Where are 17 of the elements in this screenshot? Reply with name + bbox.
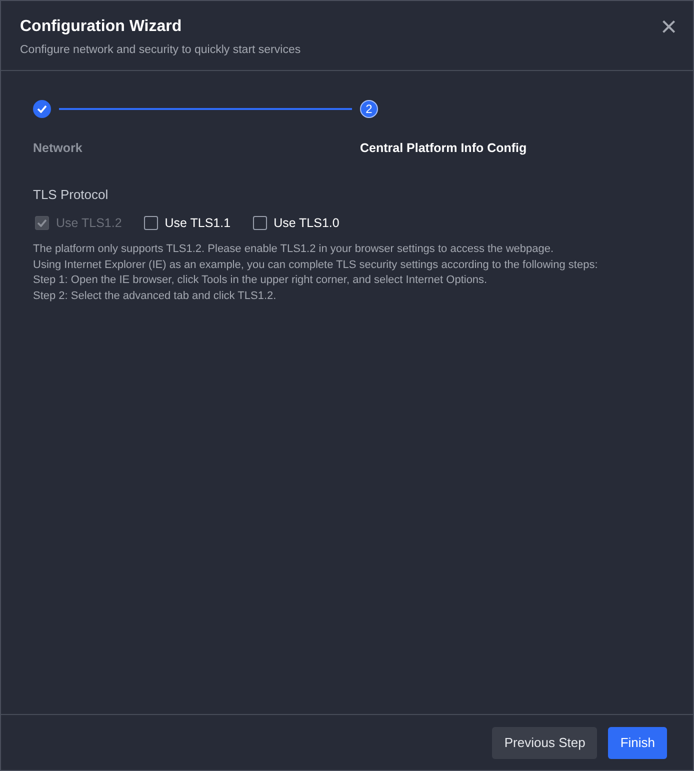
- checkbox[interactable]: [144, 216, 158, 230]
- dialog-title: Configuration Wizard: [20, 18, 182, 36]
- tls-checkbox[interactable]: Use TLS1.0: [252, 216, 340, 230]
- help-text: The platform only supports TLS1.2. Please enable TLS1.2 in your browser settings to access the webpage.: [33, 242, 554, 257]
- close-button[interactable]: ×: [660, 13, 677, 41]
- previous-button[interactable]: Previous Step: [492, 726, 598, 758]
- help-text: Step 1: Open the IE browser, click Tools in the upper right corner, and select Internet Options.: [33, 273, 488, 288]
- step-label: Network: [33, 141, 84, 155]
- finish-button[interactable]: Finish: [608, 726, 667, 758]
- help-text: Using Internet Explorer (IE) as an example, you can complete TLS security settings according to the following steps:: [33, 258, 598, 272]
- help-text: Step 2: Select the advanced tab and click TLS1.2.: [33, 288, 276, 304]
- step-number: 2: [360, 100, 378, 118]
- tls-checkbox[interactable]: Use TLS1.1: [144, 216, 231, 230]
- dialog-subtitle: Configure network and security to quickly start services: [20, 44, 301, 56]
- step-label: Central Platform Info Config: [360, 141, 528, 155]
- section-title: TLS Protocol: [33, 187, 108, 202]
- checkbox[interactable]: [252, 216, 267, 230]
